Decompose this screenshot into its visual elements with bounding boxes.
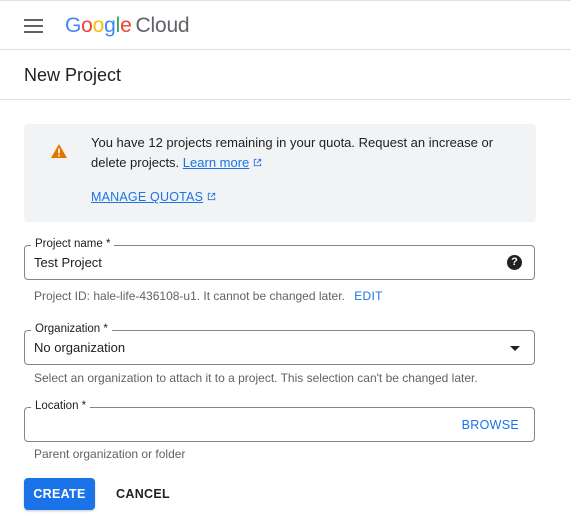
project-name-label: Project name * xyxy=(31,237,115,251)
project-id: hale-life-436108-u1 xyxy=(93,289,197,303)
organization-label: Organization * xyxy=(31,322,112,336)
dropdown-arrow-icon[interactable] xyxy=(510,346,520,351)
learn-more-link[interactable]: Learn more xyxy=(183,155,263,170)
edit-project-id-button[interactable]: EDIT xyxy=(354,289,383,303)
create-button[interactable]: CREATE xyxy=(24,478,95,510)
location-hint: Parent organization or folder xyxy=(34,447,186,461)
organization-selected: No organization xyxy=(34,340,126,355)
google-cloud-logo[interactable]: Google Cloud xyxy=(65,13,190,39)
organization-select[interactable]: Organization * No organization xyxy=(24,322,535,365)
external-link-icon xyxy=(207,192,216,201)
organization-hint: Select an organization to attach it to a… xyxy=(34,371,478,385)
top-app-bar: Google Cloud xyxy=(0,0,571,50)
help-icon[interactable]: ? xyxy=(507,255,522,270)
quota-message-text: You have 12 projects remaining in your q… xyxy=(91,135,494,170)
project-name-input[interactable] xyxy=(34,252,494,272)
external-link-icon xyxy=(254,158,262,167)
hamburger-menu-icon[interactable] xyxy=(18,14,50,38)
manage-quotas-link[interactable]: MANAGE QUOTAS xyxy=(91,190,217,204)
page-title: New Project xyxy=(24,65,122,85)
location-field[interactable]: Location * BROWSE xyxy=(24,399,535,442)
warning-icon xyxy=(51,144,67,158)
page-header: New Project xyxy=(0,50,571,100)
project-name-field[interactable]: Project name * ? xyxy=(24,237,535,280)
browse-button[interactable]: BROWSE xyxy=(462,418,519,432)
quota-message: You have 12 projects remaining in your q… xyxy=(91,133,511,173)
location-label: Location * xyxy=(31,399,91,413)
cancel-button[interactable]: CANCEL xyxy=(107,478,179,510)
quota-notice: You have 12 projects remaining in your q… xyxy=(24,124,536,222)
project-id-hint: Project ID: hale-life-436108-u1. It cann… xyxy=(34,289,383,303)
